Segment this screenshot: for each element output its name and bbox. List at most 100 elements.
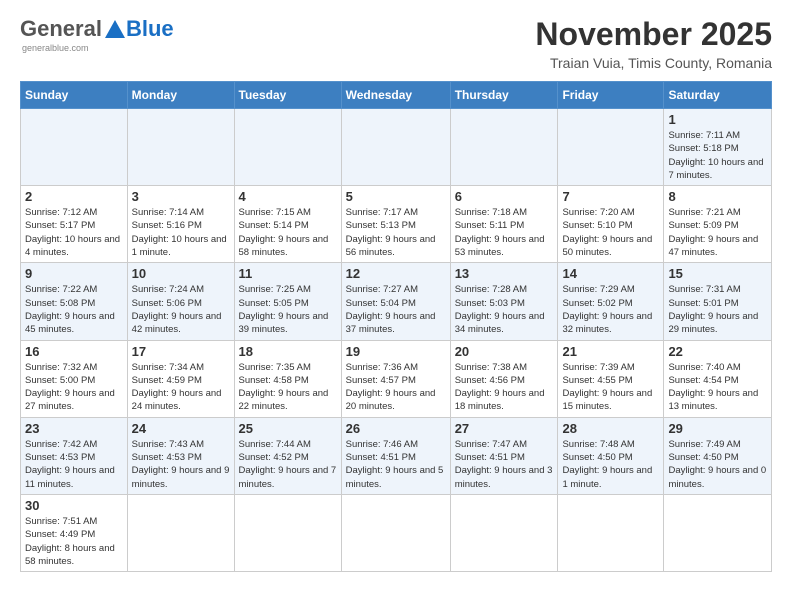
logo-text: General Blue [20, 16, 174, 42]
day-number: 19 [346, 344, 446, 359]
calendar-cell: 22 Sunrise: 7:40 AM Sunset: 4:54 PM Dayli… [664, 340, 772, 417]
day-info: Sunrise: 7:21 AM Sunset: 5:09 PM Dayligh… [668, 206, 767, 259]
day-info: Sunrise: 7:49 AM Sunset: 4:50 PM Dayligh… [668, 438, 767, 491]
calendar-cell: 1 Sunrise: 7:11 AM Sunset: 5:18 PM Daylig… [664, 109, 772, 186]
day-number: 6 [455, 189, 554, 204]
day-number: 25 [239, 421, 337, 436]
calendar-cell: 17Sunrise: 7:34 AM Sunset: 4:59 PM Dayli… [127, 340, 234, 417]
day-number: 18 [239, 344, 337, 359]
calendar-cell [450, 109, 558, 186]
day-info: Sunrise: 7:35 AM Sunset: 4:58 PM Dayligh… [239, 361, 337, 414]
day-number: 22 [668, 344, 767, 359]
day-number: 7 [562, 189, 659, 204]
calendar-title: November 2025 [535, 16, 772, 53]
calendar-week-row: 23Sunrise: 7:42 AM Sunset: 4:53 PM Dayli… [21, 417, 772, 494]
day-number: 1 [668, 112, 767, 127]
day-number: 11 [239, 266, 337, 281]
calendar-cell: 11 Sunrise: 7:25 AM Sunset: 5:05 PM Dayli… [234, 263, 341, 340]
logo-general: General [20, 16, 102, 42]
calendar-cell: 4 Sunrise: 7:15 AM Sunset: 5:14 PM Daylig… [234, 186, 341, 263]
calendar-cell: 6Sunrise: 7:18 AM Sunset: 5:11 PM Daylig… [450, 186, 558, 263]
weekday-header-tuesday: Tuesday [234, 82, 341, 109]
calendar-week-row: 16Sunrise: 7:32 AM Sunset: 5:00 PM Dayli… [21, 340, 772, 417]
weekday-header-sunday: Sunday [21, 82, 128, 109]
day-info: Sunrise: 7:14 AM Sunset: 5:16 PM Dayligh… [132, 206, 230, 259]
calendar-cell: 21Sunrise: 7:39 AM Sunset: 4:55 PM Dayli… [558, 340, 664, 417]
calendar-cell [664, 494, 772, 571]
day-number: 10 [132, 266, 230, 281]
calendar-week-row: 30 Sunrise: 7:51 AM Sunset: 4:49 PM Dayli… [21, 494, 772, 571]
calendar-cell: 14 Sunrise: 7:29 AM Sunset: 5:02 PM Dayli… [558, 263, 664, 340]
day-info: Sunrise: 7:29 AM Sunset: 5:02 PM Dayligh… [562, 283, 659, 336]
day-info: Sunrise: 7:51 AM Sunset: 4:49 PM Dayligh… [25, 515, 123, 568]
calendar-cell: 18 Sunrise: 7:35 AM Sunset: 4:58 PM Dayli… [234, 340, 341, 417]
day-number: 9 [25, 266, 123, 281]
day-number: 26 [346, 421, 446, 436]
calendar-cell: 5 Sunrise: 7:17 AM Sunset: 5:13 PM Daylig… [341, 186, 450, 263]
day-number: 4 [239, 189, 337, 204]
calendar-cell [450, 494, 558, 571]
calendar-cell: 23Sunrise: 7:42 AM Sunset: 4:53 PM Dayli… [21, 417, 128, 494]
day-info: Sunrise: 7:44 AM Sunset: 4:52 PM Dayligh… [239, 438, 337, 491]
day-info: Sunrise: 7:40 AM Sunset: 4:54 PM Dayligh… [668, 361, 767, 414]
logo-blue: Blue [126, 16, 174, 42]
calendar-cell [234, 109, 341, 186]
calendar-cell [127, 109, 234, 186]
calendar-cell [234, 494, 341, 571]
logo: General Blue generalblue.com [20, 16, 174, 53]
day-info: Sunrise: 7:42 AM Sunset: 4:53 PM Dayligh… [25, 438, 123, 491]
day-info: Sunrise: 7:25 AM Sunset: 5:05 PM Dayligh… [239, 283, 337, 336]
calendar-cell: 19Sunrise: 7:36 AM Sunset: 4:57 PM Dayli… [341, 340, 450, 417]
calendar-table: SundayMondayTuesdayWednesdayThursdayFrid… [20, 81, 772, 572]
day-number: 24 [132, 421, 230, 436]
weekday-header-saturday: Saturday [664, 82, 772, 109]
day-number: 17 [132, 344, 230, 359]
day-info: Sunrise: 7:43 AM Sunset: 4:53 PM Dayligh… [132, 438, 230, 491]
day-number: 30 [25, 498, 123, 513]
day-info: Sunrise: 7:48 AM Sunset: 4:50 PM Dayligh… [562, 438, 659, 491]
day-info: Sunrise: 7:20 AM Sunset: 5:10 PM Dayligh… [562, 206, 659, 259]
header: General Blue generalblue.com November 20… [20, 16, 772, 71]
day-info: Sunrise: 7:24 AM Sunset: 5:06 PM Dayligh… [132, 283, 230, 336]
day-number: 15 [668, 266, 767, 281]
calendar-cell: 7 Sunrise: 7:20 AM Sunset: 5:10 PM Daylig… [558, 186, 664, 263]
calendar-cell: 13Sunrise: 7:28 AM Sunset: 5:03 PM Dayli… [450, 263, 558, 340]
weekday-header-friday: Friday [558, 82, 664, 109]
day-info: Sunrise: 7:46 AM Sunset: 4:51 PM Dayligh… [346, 438, 446, 491]
calendar-cell [21, 109, 128, 186]
calendar-cell: 28Sunrise: 7:48 AM Sunset: 4:50 PM Dayli… [558, 417, 664, 494]
day-info: Sunrise: 7:11 AM Sunset: 5:18 PM Dayligh… [668, 129, 767, 182]
weekday-header-wednesday: Wednesday [341, 82, 450, 109]
calendar-cell: 9Sunrise: 7:22 AM Sunset: 5:08 PM Daylig… [21, 263, 128, 340]
day-number: 8 [668, 189, 767, 204]
day-number: 2 [25, 189, 123, 204]
day-info: Sunrise: 7:15 AM Sunset: 5:14 PM Dayligh… [239, 206, 337, 259]
calendar-cell: 10 Sunrise: 7:24 AM Sunset: 5:06 PM Dayli… [127, 263, 234, 340]
calendar-cell: 20 Sunrise: 7:38 AM Sunset: 4:56 PM Dayli… [450, 340, 558, 417]
calendar-cell: 15 Sunrise: 7:31 AM Sunset: 5:01 PM Dayli… [664, 263, 772, 340]
day-number: 21 [562, 344, 659, 359]
day-number: 14 [562, 266, 659, 281]
day-info: Sunrise: 7:17 AM Sunset: 5:13 PM Dayligh… [346, 206, 446, 259]
day-number: 29 [668, 421, 767, 436]
day-info: Sunrise: 7:47 AM Sunset: 4:51 PM Dayligh… [455, 438, 554, 491]
calendar-cell: 27 Sunrise: 7:47 AM Sunset: 4:51 PM Dayli… [450, 417, 558, 494]
day-number: 12 [346, 266, 446, 281]
calendar-cell: 8 Sunrise: 7:21 AM Sunset: 5:09 PM Daylig… [664, 186, 772, 263]
day-info: Sunrise: 7:12 AM Sunset: 5:17 PM Dayligh… [25, 206, 123, 259]
day-info: Sunrise: 7:28 AM Sunset: 5:03 PM Dayligh… [455, 283, 554, 336]
calendar-cell: 25 Sunrise: 7:44 AM Sunset: 4:52 PM Dayli… [234, 417, 341, 494]
day-number: 16 [25, 344, 123, 359]
calendar-cell [341, 494, 450, 571]
day-number: 5 [346, 189, 446, 204]
calendar-cell: 12 Sunrise: 7:27 AM Sunset: 5:04 PM Dayli… [341, 263, 450, 340]
day-number: 20 [455, 344, 554, 359]
day-number: 27 [455, 421, 554, 436]
logo-triangle-icon [105, 20, 125, 38]
day-number: 3 [132, 189, 230, 204]
day-info: Sunrise: 7:31 AM Sunset: 5:01 PM Dayligh… [668, 283, 767, 336]
calendar-cell: 16Sunrise: 7:32 AM Sunset: 5:00 PM Dayli… [21, 340, 128, 417]
day-info: Sunrise: 7:27 AM Sunset: 5:04 PM Dayligh… [346, 283, 446, 336]
calendar-cell [558, 109, 664, 186]
day-info: Sunrise: 7:38 AM Sunset: 4:56 PM Dayligh… [455, 361, 554, 414]
